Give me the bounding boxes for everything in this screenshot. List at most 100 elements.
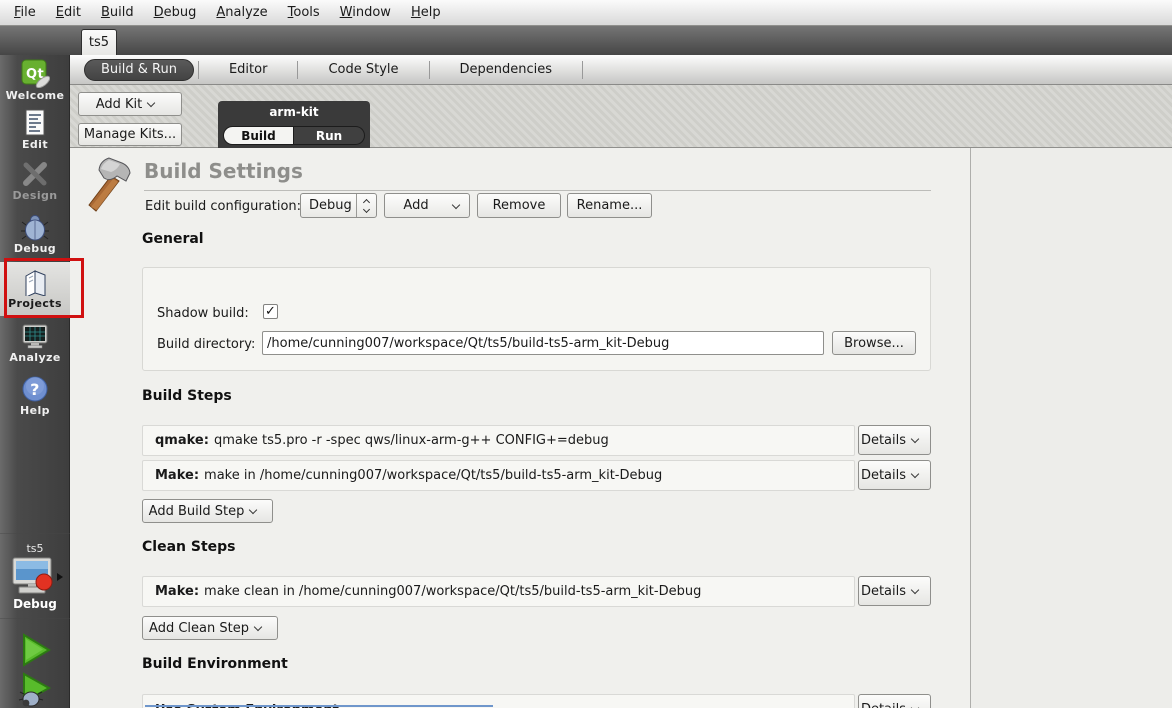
remove-button[interactable]: Remove [477, 193, 561, 218]
menu-help[interactable]: Help [401, 0, 451, 25]
chevron-down-icon [249, 505, 258, 515]
step-name: Make: [155, 584, 200, 599]
add-configuration-label: Add [403, 198, 429, 213]
chevron-down-icon [910, 585, 920, 595]
menu-window[interactable]: Window [330, 0, 401, 25]
menu-debug[interactable]: Debug [144, 0, 207, 25]
add-clean-step-label: Add Clean Step [149, 620, 249, 636]
details-label: Details [860, 432, 907, 448]
menu-analyze[interactable]: Analyze [206, 0, 277, 25]
build-environment-heading: Build Environment [142, 656, 288, 672]
kit-name: arm-kit [269, 105, 319, 119]
run-button[interactable] [17, 632, 53, 672]
target-project-label: ts5 [26, 542, 44, 555]
tab-editor[interactable]: Editor [203, 62, 293, 77]
step-name: qmake: [155, 433, 209, 448]
general-groupbox: Shadow build: ✓ Build directory: Browse.… [142, 267, 931, 371]
tab-build-and-run[interactable]: Build & Run [84, 58, 194, 81]
menu-build[interactable]: Build [91, 0, 144, 25]
menu-edit[interactable]: Edit [46, 0, 91, 25]
details-button[interactable]: Details [858, 425, 931, 455]
sidebar-item-label: Help [20, 404, 50, 417]
step-command: make in /home/cunning007/workspace/Qt/ts… [204, 468, 663, 483]
details-button[interactable]: Details [858, 576, 931, 606]
document-tabbar: ts5 [0, 26, 1172, 55]
build-settings-panel: Build Settings Edit build configuration:… [70, 148, 970, 708]
kit-run-tab[interactable]: Run [294, 126, 365, 145]
help-icon: ? [22, 376, 48, 402]
sidebar-item-edit[interactable]: Edit [0, 109, 70, 151]
chevron-down-icon [253, 622, 263, 632]
sidebar-item-debug[interactable]: Debug [0, 213, 70, 255]
details-button[interactable]: Details [858, 694, 931, 708]
kit-panel-arm-kit: arm-kit Build Run [218, 101, 370, 148]
tab-code-style[interactable]: Code Style [302, 62, 424, 77]
divider [0, 533, 70, 534]
edit-build-configuration-label: Edit build configuration: [145, 199, 302, 214]
kit-build-tab[interactable]: Build [223, 126, 294, 145]
separator [428, 60, 430, 79]
settings-tabbar: Build & Run Editor Code Style Dependenci… [70, 55, 1172, 85]
separator [297, 60, 299, 79]
svg-text:?: ? [30, 380, 40, 399]
sidebar-item-analyze[interactable]: Analyze [0, 324, 70, 364]
step-command: make clean in /home/cunning007/workspace… [204, 584, 702, 599]
target-monitor-icon [12, 557, 63, 594]
build-step-row-make: Make: make in /home/cunning007/workspace… [142, 460, 855, 491]
target-config-label: Debug [13, 597, 57, 611]
right-pane [970, 148, 1172, 708]
build-directory-input[interactable] [262, 331, 824, 355]
build-configuration-combobox[interactable]: Debug [300, 193, 377, 218]
general-heading: General [142, 231, 204, 247]
menubar: File Edit Build Debug Analyze Tools Wind… [0, 0, 1172, 26]
sidebar-item-label: Edit [21, 138, 49, 151]
qt-logo-icon: Qt [21, 59, 50, 88]
step-command: qmake ts5.pro -r -spec qws/linux-arm-g++… [213, 433, 609, 448]
run-debug-icon [18, 672, 52, 707]
add-build-step-label: Add Build Step [148, 503, 245, 519]
details-label: Details [860, 467, 907, 483]
details-label: Details [860, 583, 907, 599]
run-debug-button[interactable] [17, 672, 53, 708]
build-step-row-qmake: qmake: qmake ts5.pro -r -spec qws/linux-… [142, 425, 855, 456]
build-hammer-icon [86, 154, 134, 216]
rename-button[interactable]: Rename... [567, 193, 652, 218]
build-configuration-value: Debug [309, 198, 352, 213]
mode-sidebar: Qt Welcome Edit Design Debug Projects An… [0, 55, 70, 708]
browse-button[interactable]: Browse... [832, 331, 916, 355]
details-button[interactable]: Details [858, 460, 931, 490]
divider [144, 190, 931, 191]
sidebar-item-label: Debug [13, 242, 57, 255]
clean-step-row-make: Make: make clean in /home/cunning007/wor… [142, 576, 855, 607]
page-title: Build Settings [144, 159, 303, 183]
shadow-build-checkbox[interactable]: ✓ [263, 304, 278, 319]
menu-tools[interactable]: Tools [278, 0, 330, 25]
clean-steps-heading: Clean Steps [142, 539, 236, 555]
tab-ts5[interactable]: ts5 [81, 29, 117, 55]
design-tools-icon [23, 162, 47, 186]
run-icon [23, 633, 51, 667]
build-steps-heading: Build Steps [142, 388, 232, 404]
manage-kits-button[interactable]: Manage Kits... [78, 123, 182, 146]
add-kit-button[interactable]: Add Kit [78, 92, 182, 116]
sidebar-item-design: Design [0, 160, 70, 202]
details-label: Details [861, 702, 906, 708]
add-clean-step-button[interactable]: Add Clean Step [142, 616, 278, 640]
target-selector-button[interactable] [5, 556, 65, 600]
build-directory-label: Build directory: [157, 337, 256, 352]
selection-line [145, 705, 493, 707]
analyzer-screen-icon [22, 324, 48, 349]
tab-dependencies[interactable]: Dependencies [434, 62, 579, 77]
document-icon [25, 109, 45, 136]
add-configuration-button[interactable]: Add [384, 193, 470, 218]
add-build-step-button[interactable]: Add Build Step [142, 499, 273, 523]
qt-creator-window: File Edit Build Debug Analyze Tools Wind… [0, 0, 1172, 708]
kit-bar: Add Kit Manage Kits... arm-kit Build Run [70, 85, 1172, 148]
sidebar-item-help[interactable]: ? Help [0, 375, 70, 417]
sidebar-item-welcome[interactable]: Qt Welcome [0, 58, 70, 102]
sidebar-item-label: Design [12, 189, 58, 202]
menu-file[interactable]: File [4, 0, 46, 25]
main-panel: Build Settings Edit build configuration:… [70, 148, 1172, 708]
annotation-rectangle-projects [4, 258, 84, 318]
chevron-down-icon [910, 469, 920, 479]
